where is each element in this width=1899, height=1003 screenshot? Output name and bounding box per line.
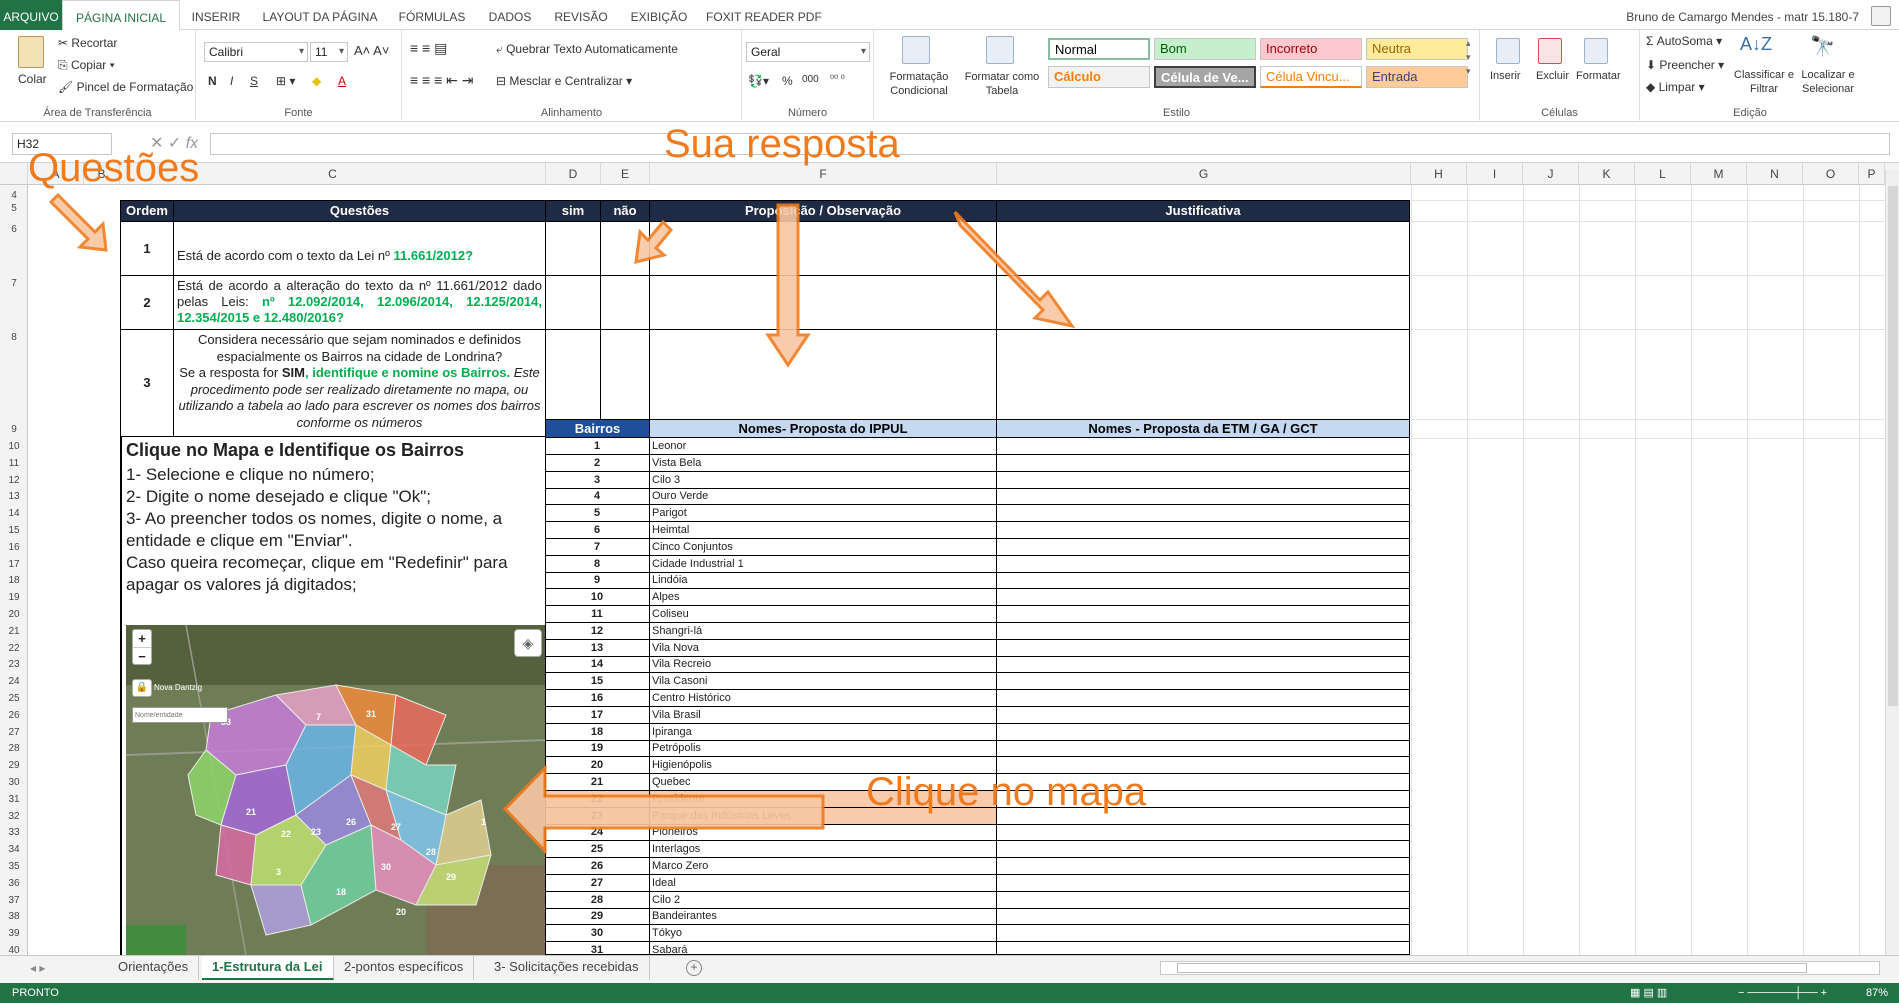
sheet-tab-orientacoes[interactable]: Orientações	[108, 956, 200, 980]
overlay-clique-mapa: Clique no mapa	[866, 770, 1147, 814]
add-sheet-button[interactable]: +	[686, 960, 702, 976]
status-bar: PRONTO ▦ ▤ ▥ − ──────┼── + 87%	[0, 983, 1899, 1003]
status-text: PRONTO	[12, 987, 59, 999]
arrow-clique-mapa	[502, 764, 825, 855]
excel-window: ARQUIVO PÁGINA INICIAL INSERIR LAYOUT DA…	[0, 0, 1899, 1003]
horizontal-scroll-thumb[interactable]	[1177, 963, 1807, 973]
overlay-questoes: Questões	[28, 146, 200, 190]
sheet-tabs-bar: ◂ ▸ Orientações 1-Estrutura da Lei 2-pon…	[0, 955, 1899, 983]
annotation-arrows	[48, 192, 1076, 855]
view-buttons[interactable]: ▦ ▤ ▥	[1630, 983, 1667, 1003]
zoom-level[interactable]: 87%	[1866, 983, 1888, 1003]
arrow-nao	[634, 219, 674, 264]
sheet-tab-estrutura-lei[interactable]: 1-Estrutura da Lei	[202, 956, 334, 980]
arrow-justificativa	[953, 210, 1076, 329]
sheet-nav-arrows[interactable]: ◂ ▸	[30, 961, 45, 975]
arrow-proposicao	[765, 203, 811, 368]
vertical-scrollbar[interactable]	[1885, 170, 1899, 955]
zoom-slider[interactable]: − ──────┼── +	[1738, 983, 1827, 1003]
arrow-questoes	[48, 192, 108, 252]
vertical-scroll-thumb[interactable]	[1888, 186, 1898, 706]
overlay-sua-resposta: Sua resposta	[664, 122, 900, 166]
horizontal-scrollbar[interactable]	[1160, 961, 1880, 975]
sheet-tab-solicitacoes[interactable]: 3- Solicitações recebidas	[484, 956, 650, 980]
sheet-tab-pontos-especificos[interactable]: 2-pontos específicos	[334, 956, 475, 980]
